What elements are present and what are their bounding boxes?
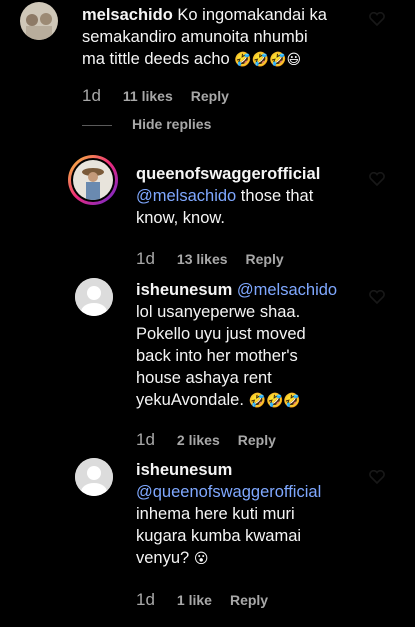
avatar-queenofswaggerofficial[interactable] (68, 155, 118, 205)
comment-line: Pokello uyu just moved (136, 325, 306, 343)
reply-button[interactable]: Reply (230, 592, 268, 608)
comment-text: melsachido Ko ingomakandai ka semakandir… (82, 4, 382, 71)
reply-button[interactable]: Reply (246, 251, 284, 267)
comment-line: inhema here kuti muri (136, 505, 295, 523)
divider (82, 125, 112, 126)
likes-count[interactable]: 1 like (177, 592, 212, 608)
comment-line: lol usanyeperwe shaa. (136, 303, 301, 321)
comment-line: kugara kumba kwamai (136, 527, 302, 545)
comment-meta: 1d 13 likes Reply (136, 249, 284, 269)
timestamp: 1d (136, 590, 155, 609)
heart-icon[interactable] (369, 470, 385, 484)
comment-meta: 1d 1 like Reply (136, 590, 268, 610)
username[interactable]: melsachido (82, 6, 173, 24)
comment-line: ma tittle deeds acho (82, 50, 230, 68)
emoji: 😮 (193, 551, 209, 567)
comment-text: queenofswaggerofficial @melsachido those… (136, 163, 386, 229)
timestamp: 1d (82, 86, 101, 105)
comment-line: venyu? (136, 549, 190, 567)
mention-link[interactable]: @queenofswaggerofficial (136, 483, 321, 501)
likes-count[interactable]: 13 likes (177, 251, 228, 267)
username[interactable]: isheunesum (136, 461, 232, 479)
username[interactable]: queenofswaggerofficial (136, 165, 320, 183)
avatar-melsachido[interactable] (20, 2, 58, 40)
emoji: 🤣🤣🤣 (248, 393, 301, 409)
comment-meta: 1d 2 likes Reply (136, 430, 276, 450)
reply-button[interactable]: Reply (191, 88, 229, 104)
timestamp: 1d (136, 249, 155, 268)
avatar-isheunesum[interactable] (75, 278, 113, 316)
comment-line: house ashaya rent (136, 369, 272, 387)
comment-line: yekuAvondale. (136, 391, 244, 409)
comment-line: back into her mother's (136, 347, 298, 365)
timestamp: 1d (136, 430, 155, 449)
mention-link[interactable]: @melsachido (237, 281, 337, 299)
comment-line: Ko ingomakandai ka (177, 6, 327, 24)
avatar-isheunesum[interactable] (75, 458, 113, 496)
comment-meta: 1d 11 likes Reply (82, 86, 229, 106)
mention-link[interactable]: @melsachido (136, 187, 236, 205)
reply-button[interactable]: Reply (238, 432, 276, 448)
heart-icon[interactable] (369, 172, 385, 186)
likes-count[interactable]: 11 likes (123, 88, 173, 104)
comment-line: semakandiro amunoita nhumbi (82, 28, 308, 46)
comment-text: isheunesum @queenofswaggerofficial inhem… (136, 459, 386, 570)
comment-line: those that (236, 187, 314, 205)
comment-line: know, know. (136, 209, 225, 227)
heart-icon[interactable] (369, 12, 385, 26)
hide-replies-button[interactable]: Hide replies (132, 116, 211, 132)
username[interactable]: isheunesum (136, 281, 232, 299)
emoji: 🤣🤣🤣😃 (234, 52, 302, 68)
heart-icon[interactable] (369, 290, 385, 304)
comment-text: isheunesum @melsachido lol usanyeperwe s… (136, 279, 386, 412)
likes-count[interactable]: 2 likes (177, 432, 220, 448)
